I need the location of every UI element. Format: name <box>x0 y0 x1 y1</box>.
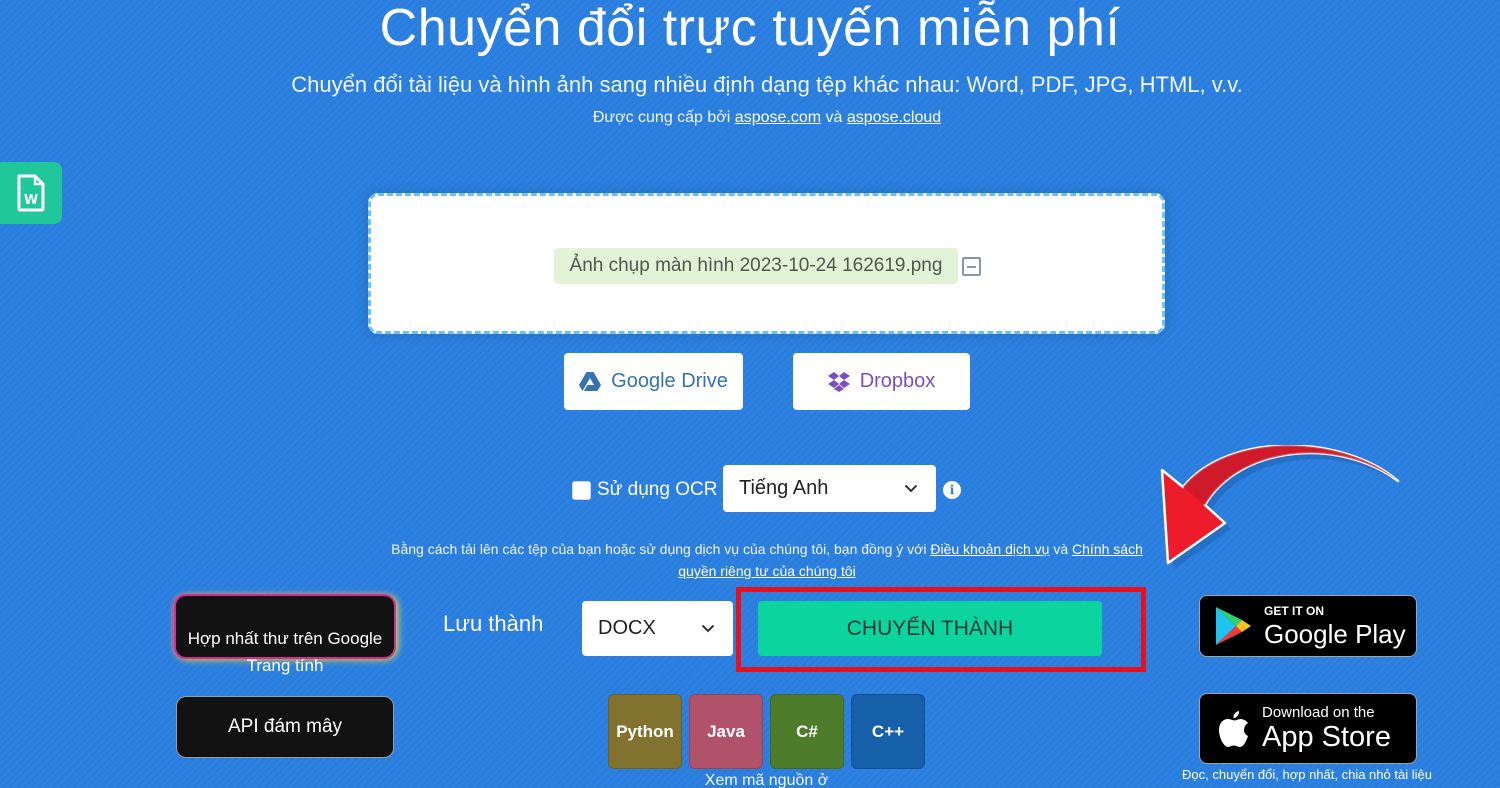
aspose-com-link[interactable]: aspose.com <box>735 109 821 126</box>
google-play-icon <box>1216 607 1251 645</box>
info-icon[interactable]: i <box>943 481 961 499</box>
google-drive-button[interactable]: Google Drive <box>564 353 743 410</box>
app-store-badge[interactable]: Download on the App Store <box>1199 693 1417 764</box>
source-python-tile[interactable]: Python <box>608 694 682 769</box>
terms-conjunction: và <box>1053 541 1069 557</box>
curved-arrow-annotation <box>1160 445 1404 569</box>
source-cpp-tile[interactable]: C++ <box>851 694 925 769</box>
ocr-checkbox-label[interactable]: Sử dụng OCR <box>597 479 717 501</box>
convert-button[interactable]: CHUYỂN THÀNH <box>758 601 1102 656</box>
minus-square-icon <box>967 265 976 268</box>
source-csharp-tile[interactable]: C# <box>770 694 844 769</box>
terms-of-service-link[interactable]: Điều khoản dịch vụ <box>930 541 1049 557</box>
ocr-checkbox[interactable] <box>572 481 591 500</box>
aspose-cloud-link[interactable]: aspose.cloud <box>847 109 941 126</box>
page-title: Chuyển đổi trực tuyến miễn phí <box>379 0 1121 57</box>
word-file-icon: W <box>17 174 45 212</box>
dropbox-button[interactable]: Dropbox <box>793 353 970 410</box>
terms-text: Bằng cách tải lên các tệp của bạn hoặc s… <box>391 541 927 557</box>
uploaded-file-chip: Ảnh chụp màn hình 2023-10-24 162619.png <box>554 248 958 284</box>
provided-by-conjunction: và <box>825 109 843 126</box>
apps-caption: Đọc, chuyển đổi, hợp nhất, chia nhỏ tài … <box>1182 767 1432 782</box>
google-play-badge[interactable]: GET IT ON Google Play <box>1199 595 1417 657</box>
google-drive-label: Google Drive <box>611 370 728 392</box>
chevron-down-icon <box>904 484 918 493</box>
svg-text:W: W <box>24 193 38 208</box>
output-format-value: DOCX <box>598 617 656 639</box>
source-code-caption: Xem mã nguồn ở <box>704 772 829 788</box>
ocr-language-select[interactable]: Tiếng Anh <box>723 465 936 512</box>
remove-file-button[interactable] <box>962 257 981 276</box>
google-play-small-text: GET IT ON <box>1264 604 1324 618</box>
dropbox-label: Dropbox <box>859 370 936 392</box>
cloud-api-button[interactable]: API đám mây <box>176 696 394 758</box>
source-java-tile[interactable]: Java <box>689 694 763 769</box>
google-play-large-text: Google Play <box>1264 619 1406 649</box>
page-subtitle: Chuyển đổi tài liệu và hình ảnh sang nhi… <box>291 72 1243 97</box>
app-store-large-text: App Store <box>1262 721 1391 753</box>
dropbox-icon <box>827 371 850 392</box>
ocr-language-value: Tiếng Anh <box>739 477 829 499</box>
provided-by-prefix: Được cung cấp bởi <box>592 109 731 126</box>
provided-by: Được cung cấp bởi aspose.com và aspose.c… <box>0 109 1500 127</box>
apple-icon <box>1219 710 1248 747</box>
app-store-small-text: Download on the <box>1262 704 1375 721</box>
side-app-tab[interactable]: W <box>0 162 62 224</box>
chevron-down-icon <box>701 624 715 633</box>
output-format-select[interactable]: DOCX <box>582 601 733 656</box>
google-drive-icon <box>579 372 602 391</box>
terms-notice: Bằng cách tải lên các tệp của bạn hoặc s… <box>380 538 1154 582</box>
save-as-label: Lưu thành <box>443 611 544 636</box>
mail-merge-label[interactable]: Hợp nhất thư trên Google Trang tính <box>168 625 402 679</box>
